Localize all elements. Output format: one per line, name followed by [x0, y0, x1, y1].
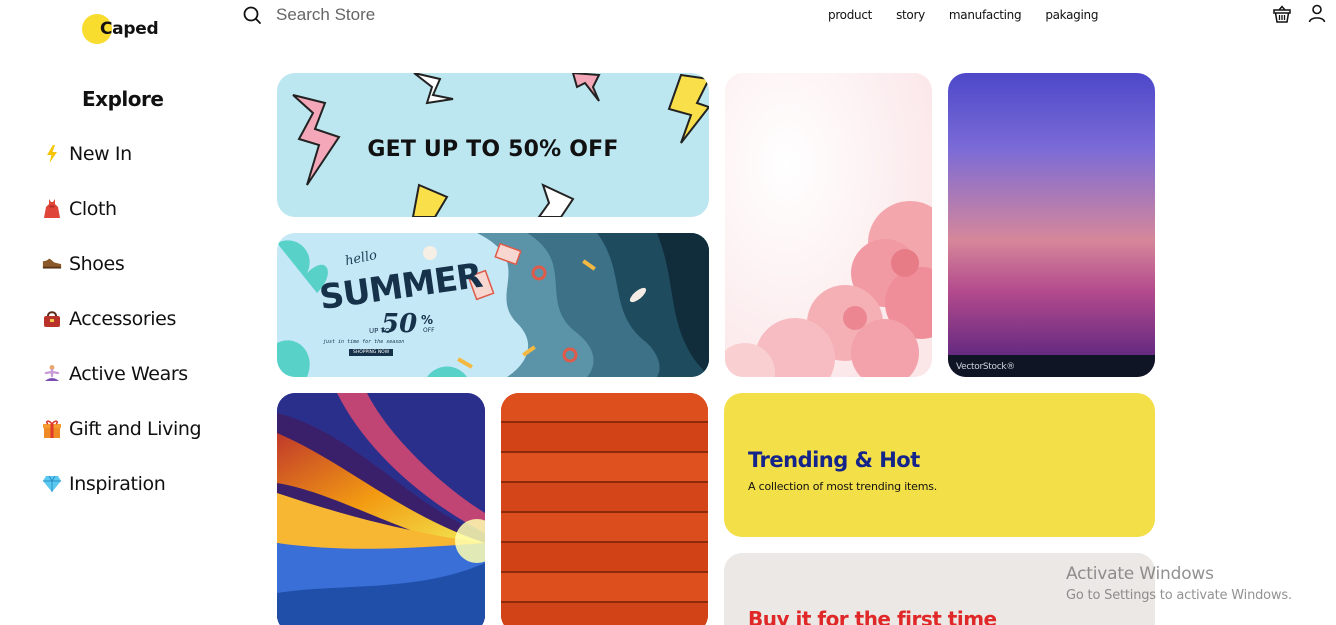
- summer-cta[interactable]: SHOPPING NOW: [349, 349, 394, 356]
- nav-link-pakaging[interactable]: pakaging: [1045, 8, 1098, 22]
- promo-card-summer[interactable]: hello SUMMER UP TO 50 % OFF just in time…: [277, 233, 709, 377]
- summer-tagline: just in time for the season: [323, 339, 405, 345]
- summer-percent: 50: [381, 309, 418, 339]
- image-card-light-waves[interactable]: [277, 393, 485, 625]
- sidebar-item-label: Inspiration: [69, 473, 166, 495]
- sidebar-item-label: Cloth: [69, 198, 117, 220]
- nav-link-product[interactable]: product: [828, 8, 872, 22]
- sidebar-item-active-wears[interactable]: Active Wears: [42, 361, 188, 387]
- light-waves-image: [277, 393, 485, 625]
- search-input[interactable]: [276, 5, 516, 25]
- first-time-title: Buy it for the first time: [748, 607, 997, 625]
- sidebar-item-gift-and-living[interactable]: Gift and Living: [42, 416, 202, 442]
- sale-headline: GET UP TO 50% OFF: [367, 137, 619, 162]
- promo-card-sale[interactable]: GET UP TO 50% OFF: [277, 73, 709, 217]
- sidebar-item-label: Active Wears: [69, 363, 188, 385]
- lightning-icon: [42, 144, 62, 164]
- sidebar-item-shoes[interactable]: Shoes: [42, 251, 125, 277]
- trending-title: Trending & Hot: [748, 448, 920, 472]
- summer-off: OFF: [423, 327, 435, 334]
- vectorstock-watermark: VectorStock®: [956, 362, 1015, 372]
- nav-link-story[interactable]: story: [896, 8, 925, 22]
- top-nav: product story manufacting pakaging: [828, 8, 1098, 22]
- nav-link-manufacting[interactable]: manufacting: [949, 8, 1022, 22]
- user-icon[interactable]: [1307, 3, 1327, 23]
- trending-subtitle: A collection of most trending items.: [748, 480, 938, 493]
- gift-icon: [42, 419, 62, 439]
- image-card-flowers[interactable]: [725, 73, 932, 377]
- brand-name: Caped: [100, 19, 159, 39]
- sidebar-item-label: Shoes: [69, 253, 125, 275]
- search-bar[interactable]: [242, 3, 542, 27]
- first-time-card[interactable]: Buy it for the first time: [724, 553, 1155, 625]
- page: Caped product story manufacting pakaging…: [0, 0, 1336, 625]
- sidebar-item-label: Accessories: [69, 308, 176, 330]
- explore-heading: Explore: [82, 87, 164, 111]
- trending-card[interactable]: Trending & Hot A collection of most tren…: [724, 393, 1155, 537]
- summer-percent-sign: %: [421, 313, 434, 327]
- image-card-wood[interactable]: [501, 393, 708, 625]
- search-icon[interactable]: [242, 5, 262, 25]
- sidebar-item-label: New In: [69, 143, 132, 165]
- handbag-icon: [42, 309, 62, 329]
- sidebar-item-accessories[interactable]: Accessories: [42, 306, 176, 332]
- wood-planks-image: [501, 393, 708, 625]
- sidebar-item-inspiration[interactable]: Inspiration: [42, 471, 166, 497]
- flowers-image: [725, 73, 932, 377]
- image-card-gradient[interactable]: VectorStock®: [948, 73, 1155, 377]
- basket-icon[interactable]: [1272, 4, 1292, 24]
- sidebar-item-new-in[interactable]: New In: [42, 141, 132, 167]
- sidebar-item-label: Gift and Living: [69, 418, 202, 440]
- shoe-icon: [42, 254, 62, 274]
- gem-icon: [42, 474, 62, 494]
- sidebar-item-cloth[interactable]: Cloth: [42, 196, 117, 222]
- logo[interactable]: Caped: [82, 12, 172, 46]
- dress-icon: [42, 199, 62, 219]
- yoga-icon: [42, 364, 62, 384]
